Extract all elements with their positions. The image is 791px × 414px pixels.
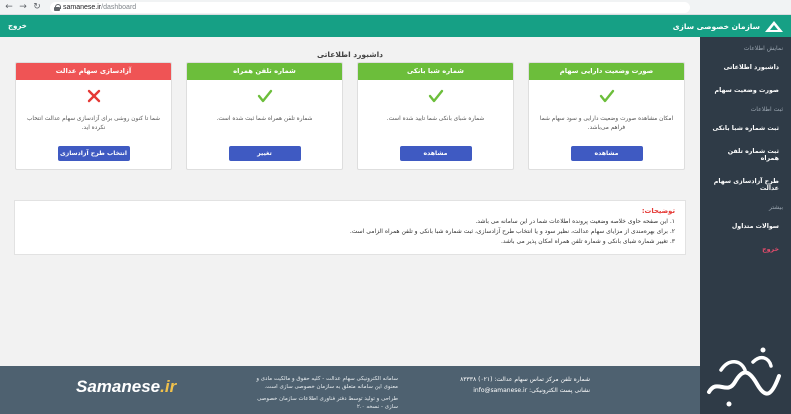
back-icon[interactable]: ← — [4, 2, 14, 12]
footer-logo-tld: .ir — [160, 377, 177, 396]
url-host: samanese.ir — [63, 3, 102, 11]
browser-bar: ← → ↻ samanese.ir/dashboard — [0, 0, 791, 15]
footer-copyright-text: سامانه الکترونیکی سهام عدالت - کلیه حقوق… — [256, 376, 398, 390]
reload-icon[interactable]: ↻ — [32, 2, 42, 12]
brand-name: سازمان خصوصی سازی — [672, 21, 760, 31]
sidebar-item-dashboard[interactable]: داشبورد اطلاعاتی — [700, 56, 791, 79]
card-description: شما تا کنون روشی برای آزادسازی سهام عدال… — [26, 116, 161, 131]
card-assets-statement: صورت وضعیت دارایی سهام امکان مشاهده صورت… — [528, 62, 685, 170]
header-exit-link[interactable]: خروج — [8, 22, 27, 30]
card-sheba: شماره شبا بانکی شماره شبای بانکی شما تای… — [357, 62, 514, 170]
footer-phone: شماره تلفن مرکز تماس سهام عدالت: (۰۲۱) ۸… — [460, 376, 590, 383]
card-description: شماره تلفن همراه شما ثبت شده است. — [216, 116, 313, 122]
sidebar-item-sheba[interactable]: ثبت شماره شبا بانکی — [700, 117, 791, 140]
footer-logo-main: Samanese — [76, 377, 161, 396]
check-icon — [257, 89, 272, 103]
url-text: samanese.ir/dashboard — [63, 4, 136, 11]
cross-icon — [87, 89, 100, 103]
footer-credit-text: طراحی و تولید توسط دفتر فناوری اطلاعات س… — [257, 396, 398, 410]
card-release: آزادسازی سهام عدالت شما تا کنون روشی برا… — [15, 62, 172, 170]
card-title: شماره شبا بانکی — [358, 63, 513, 80]
sidebar-item-exit[interactable]: خروج — [700, 238, 791, 261]
page-title: داشبورد اطلاعاتی — [316, 50, 383, 59]
sidebar-item-assets[interactable]: صورت وضعیت سهام — [700, 79, 791, 102]
url-path: /dashboard — [101, 3, 137, 11]
note-line: ۳. تغییر شماره شبای بانکی و شماره تلفن ه… — [500, 238, 675, 245]
app-header: خروج سازمان خصوصی سازی — [0, 15, 791, 37]
main-content: داشبورد اطلاعاتی 4 صورت وضعیت دارایی سها… — [0, 37, 700, 366]
card-phone: شماره تلفن همراه شماره تلفن همراه شما ثب… — [186, 62, 343, 170]
footer-contact: شماره تلفن مرکز تماس سهام عدالت: (۰۲۱) ۸… — [460, 374, 590, 396]
note-line: ۲. برای بهره‌مندی از مزایای سهام عدالت، … — [349, 228, 675, 235]
app-root: ← → ↻ samanese.ir/dashboard خروج سازمان … — [0, 0, 791, 414]
card-title: شماره تلفن همراه — [187, 63, 342, 80]
card-description: امکان مشاهده صورت وضعیت دارایی و سود سها… — [539, 116, 674, 131]
card-title: صورت وضعیت دارایی سهام — [529, 63, 684, 80]
footer-logo[interactable]: Samanese.ir — [76, 377, 176, 397]
notes-title: توضیحات: — [641, 207, 675, 215]
view-assets-button[interactable]: مشاهده — [570, 146, 643, 161]
footer-email-row: نشانی پست الکترونیکی: info@samanese.ir — [460, 385, 590, 396]
sidebar-section-more: بیشتر — [769, 204, 783, 211]
brand-logo-icon — [765, 20, 783, 32]
view-sheba-button[interactable]: مشاهده — [399, 146, 472, 161]
change-phone-button[interactable]: تغییر — [228, 146, 301, 161]
card-title: آزادسازی سهام عدالت — [16, 63, 171, 80]
notes-panel: توضیحات: ۱. این صفحه حاوی خلاصه وضعیت پر… — [14, 200, 686, 255]
check-icon — [428, 89, 443, 103]
footer: Samanese.ir سامانه الکترونیکی سهام عدالت… — [0, 366, 700, 414]
choose-release-plan-button[interactable]: انتخاب طرح آزادسازی — [57, 146, 130, 161]
sidebar-section-view: نمایش اطلاعات — [743, 45, 783, 52]
footer-email[interactable]: info@samanese.ir — [473, 387, 527, 394]
footer-email-label: نشانی پست الکترونیکی: — [529, 387, 590, 394]
address-bar[interactable]: samanese.ir/dashboard — [50, 1, 690, 13]
sidebar-item-phone[interactable]: ثبت شماره تلفن همراه — [700, 140, 791, 170]
sidebar-section-register: ثبت اطلاعات — [750, 106, 783, 113]
brand[interactable]: سازمان خصوصی سازی — [672, 20, 783, 32]
lock-icon — [54, 3, 61, 11]
sidebar: نمایش اطلاعات داشبورد اطلاعاتی صورت وضعی… — [700, 37, 791, 366]
sidebar-item-faq[interactable]: سوالات متداول — [700, 215, 791, 238]
forward-icon[interactable]: → — [18, 2, 28, 12]
sidebar-item-release[interactable]: طرح آزادسازی سهام عدالت — [700, 170, 791, 200]
note-line: ۱. این صفحه حاوی خلاصه وضعیت پرونده اطلا… — [475, 218, 675, 225]
check-icon — [599, 89, 614, 103]
watermark-logo-icon — [707, 347, 781, 407]
footer-copyright: سامانه الکترونیکی سهام عدالت - کلیه حقوق… — [248, 375, 398, 411]
card-description: شماره شبای بانکی شما تایید شده است. — [386, 116, 485, 122]
